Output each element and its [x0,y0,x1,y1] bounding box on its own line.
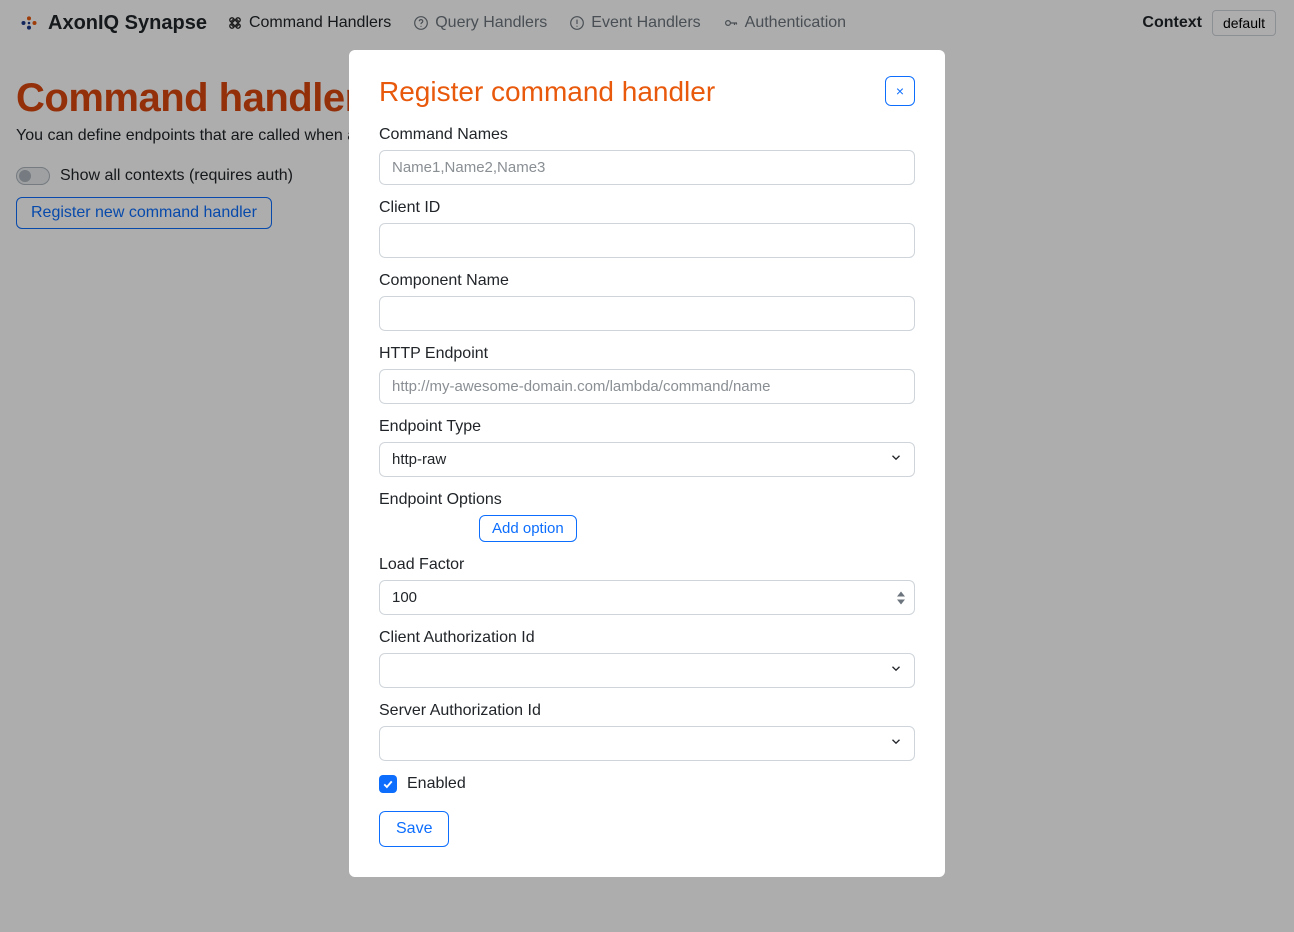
load-factor-input[interactable] [379,580,915,615]
register-command-handler-modal: Register command handler × Command Names… [349,50,945,877]
close-icon: × [896,84,904,98]
number-stepper-icon[interactable] [895,590,909,605]
modal-title: Register command handler [379,76,715,108]
close-modal-button[interactable]: × [885,76,915,106]
endpoint-type-select[interactable]: http-raw [379,442,915,477]
endpoint-type-label: Endpoint Type [379,418,915,436]
component-name-label: Component Name [379,272,915,290]
modal-overlay: Register command handler × Command Names… [0,0,1294,932]
component-name-input[interactable] [379,296,915,331]
client-auth-select[interactable] [379,653,915,688]
server-auth-select[interactable] [379,726,915,761]
client-auth-label: Client Authorization Id [379,629,915,647]
enabled-checkbox[interactable] [379,775,397,793]
http-endpoint-label: HTTP Endpoint [379,345,915,363]
client-id-label: Client ID [379,199,915,217]
client-id-input[interactable] [379,223,915,258]
endpoint-options-label: Endpoint Options [379,491,915,509]
enabled-row: Enabled [379,775,915,793]
add-option-button[interactable]: Add option [479,515,577,542]
modal-header: Register command handler × [379,76,915,108]
command-names-label: Command Names [379,126,915,144]
command-names-input[interactable] [379,150,915,185]
save-button[interactable]: Save [379,811,449,847]
http-endpoint-input[interactable] [379,369,915,404]
server-auth-label: Server Authorization Id [379,702,915,720]
enabled-label: Enabled [407,775,466,793]
load-factor-label: Load Factor [379,556,915,574]
